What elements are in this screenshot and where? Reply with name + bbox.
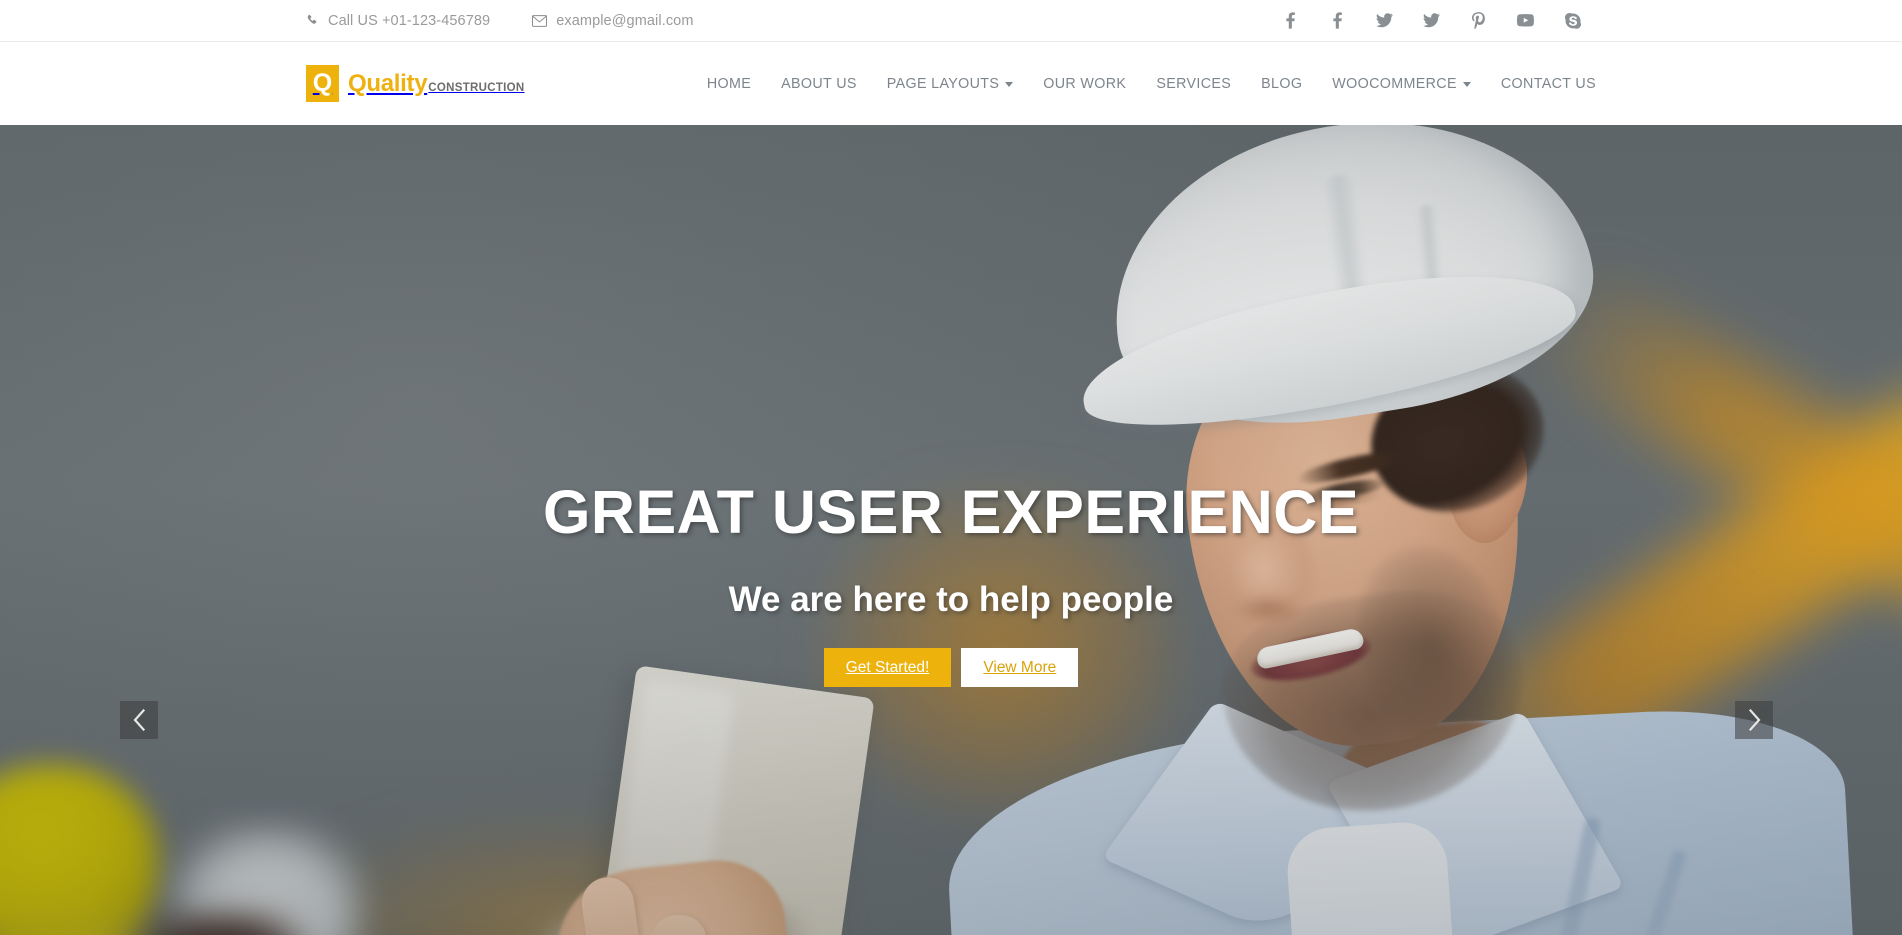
twitter-icon: [1423, 13, 1440, 28]
social-link-youtube[interactable]: [1502, 0, 1549, 42]
hero-caption: GREAT USER EXPERIENCE We are here to hel…: [0, 478, 1902, 688]
envelope-icon: [532, 14, 548, 27]
social-link-facebook-alt[interactable]: [1314, 0, 1361, 42]
hero-slider: GREAT USER EXPERIENCE We are here to hel…: [0, 125, 1902, 935]
nav-label: OUR WORK: [1043, 75, 1127, 92]
top-bar: Call US +01-123-456789 example@gmail.com: [0, 0, 1902, 42]
logo-suffix: CONSTRUCTION: [428, 81, 525, 94]
nav-label: BLOG: [1261, 75, 1303, 92]
site-header: Q Quality CONSTRUCTION HOME ABOUT US PAG…: [0, 42, 1902, 125]
nav-label: WOOCOMMERCE: [1332, 75, 1457, 92]
social-link-skype[interactable]: [1549, 0, 1596, 42]
nav-item-contact-us[interactable]: CONTACT US: [1486, 76, 1596, 92]
hero-buttons: Get Started! View More: [0, 648, 1902, 688]
logo-wordmark: Quality CONSTRUCTION: [348, 70, 525, 98]
nav-label: SERVICES: [1156, 75, 1232, 92]
chevron-down-icon: [1462, 82, 1471, 87]
chevron-left-icon: [132, 709, 147, 731]
logo-badge: Q: [306, 65, 339, 102]
nav-item-about-us[interactable]: ABOUT US: [766, 76, 872, 92]
nav-item-woocommerce[interactable]: WOOCOMMERCE: [1317, 76, 1486, 92]
carousel-prev-button[interactable]: [120, 701, 158, 739]
nav-item-services[interactable]: SERVICES: [1141, 76, 1246, 92]
phone-contact[interactable]: Call US +01-123-456789: [306, 13, 490, 29]
phone-icon: [306, 14, 319, 27]
social-link-twitter-alt[interactable]: [1408, 0, 1455, 42]
social-link-facebook[interactable]: [1267, 0, 1314, 42]
email-contact[interactable]: example@gmail.com: [532, 13, 693, 29]
pinterest-icon: [1471, 12, 1486, 29]
email-text: example@gmail.com: [556, 12, 694, 29]
facebook-icon: [1333, 12, 1342, 29]
carousel-next-button[interactable]: [1735, 701, 1773, 739]
social-links: [1267, 0, 1596, 42]
chevron-down-icon: [1005, 82, 1014, 87]
social-link-pinterest[interactable]: [1455, 0, 1502, 42]
main-navigation: HOME ABOUT US PAGE LAYOUTS OUR WORK SERV…: [692, 76, 1596, 92]
logo-name: Quality: [348, 69, 428, 97]
nav-label: HOME: [706, 75, 752, 92]
hero-subtitle: We are here to help people: [728, 580, 1174, 620]
nav-item-our-work[interactable]: OUR WORK: [1028, 76, 1141, 92]
nav-item-blog[interactable]: BLOG: [1246, 76, 1317, 92]
hero-title: GREAT USER EXPERIENCE: [542, 478, 1360, 546]
twitter-icon: [1376, 13, 1393, 28]
nav-label: ABOUT US: [781, 75, 857, 92]
top-bar-contacts: Call US +01-123-456789 example@gmail.com: [306, 13, 694, 29]
nav-label: PAGE LAYOUTS: [886, 75, 1000, 92]
nav-item-page-layouts[interactable]: PAGE LAYOUTS: [872, 76, 1029, 92]
facebook-icon: [1286, 12, 1295, 29]
nav-label: CONTACT US: [1500, 75, 1596, 92]
social-link-twitter[interactable]: [1361, 0, 1408, 42]
site-logo[interactable]: Q Quality CONSTRUCTION: [306, 65, 525, 102]
get-started-button[interactable]: Get Started!: [823, 648, 952, 688]
youtube-icon: [1517, 14, 1534, 27]
skype-icon: [1564, 12, 1581, 29]
phone-text: Call US +01-123-456789: [328, 12, 491, 29]
nav-item-home[interactable]: HOME: [692, 76, 766, 92]
chevron-right-icon: [1747, 709, 1762, 731]
view-more-button[interactable]: View More: [961, 648, 1079, 688]
